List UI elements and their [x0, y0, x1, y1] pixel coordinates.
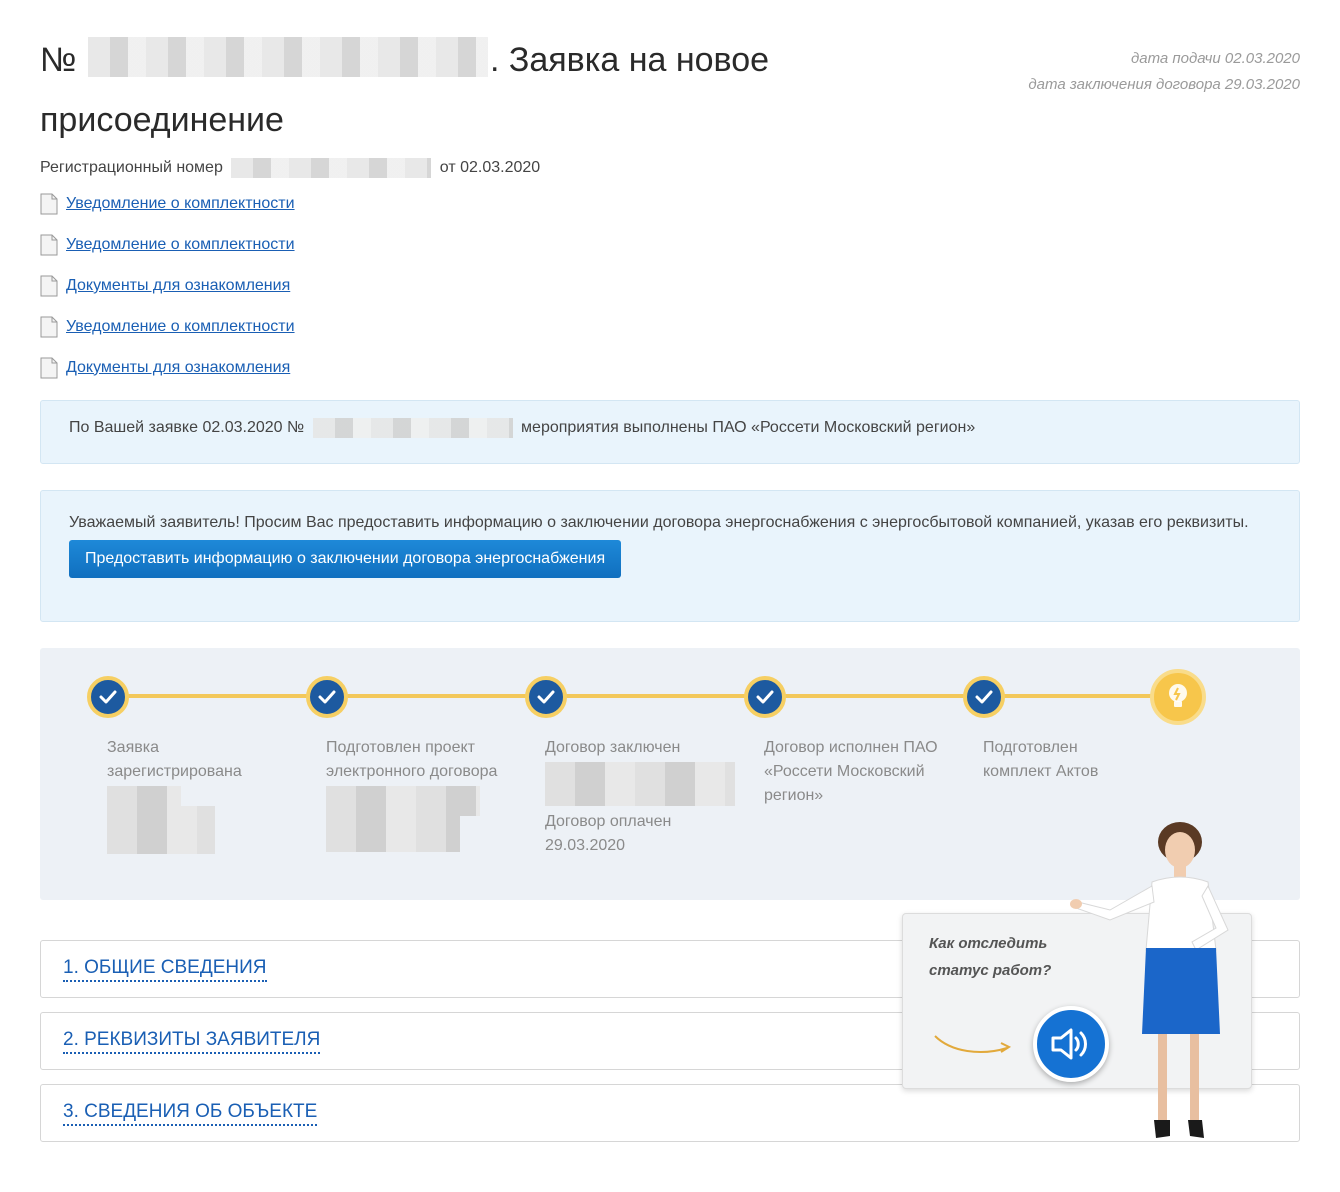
list-item: Уведомление о комплектности: [40, 225, 295, 266]
section-title[interactable]: 2. РЕКВИЗИТЫ ЗАЯВИТЕЛЯ: [63, 1028, 321, 1054]
document-icon: [40, 193, 58, 215]
document-list: Уведомление о комплектности Уведомление …: [40, 184, 295, 388]
list-item: Документы для ознакомления: [40, 266, 295, 307]
section-title[interactable]: 3. СВЕДЕНИЯ ОБ ОБЪЕКТЕ: [63, 1100, 318, 1126]
registration-date: от 02.03.2020: [439, 159, 541, 177]
document-link[interactable]: Уведомление о комплектности: [66, 236, 295, 254]
step-label: Подготовлен комплект Актов: [983, 739, 1099, 780]
step-done-check-icon: [87, 676, 129, 718]
notice-suffix: мероприятия выполнены ПАО «Россети Моско…: [521, 419, 976, 437]
step-done-check-icon: [963, 676, 1005, 718]
step-done-check-icon: [306, 676, 348, 718]
list-item: Уведомление о комплектности: [40, 306, 295, 347]
request-text: Уважаемый заявитель! Просим Вас предоста…: [69, 514, 1249, 531]
document-link[interactable]: Документы для ознакомления: [66, 277, 290, 295]
page-title: № . Заявка на новое присоединение: [40, 30, 840, 150]
assistant-avatar: [1070, 822, 1229, 1138]
redacted-value: [107, 786, 181, 806]
step-label: Заявка зарегистрирована: [107, 736, 297, 854]
dates-block: дата подачи 02.03.2020 дата заключения д…: [1028, 46, 1300, 98]
redacted-request-number: [312, 418, 513, 438]
document-icon: [40, 357, 58, 379]
arrow-icon: [934, 1035, 1012, 1053]
list-item: Уведомление о комплектности: [40, 184, 295, 225]
step-done-check-icon: [744, 676, 786, 718]
title-prefix: №: [40, 41, 77, 79]
redacted-registration-number: [231, 158, 432, 178]
contract-info-request: Уважаемый заявитель! Просим Вас предоста…: [40, 490, 1300, 622]
provide-contract-info-button[interactable]: Предоставить информацию о заключении дог…: [69, 540, 622, 578]
section-title[interactable]: 1. ОБЩИЕ СВЕДЕНИЯ: [63, 956, 267, 982]
redacted-value: [107, 806, 215, 854]
document-link[interactable]: Документы для ознакомления: [66, 359, 290, 377]
step-done-check-icon: [525, 676, 567, 718]
redacted-request-number: [87, 37, 488, 77]
notice-prefix: По Вашей заявке 02.03.2020 №: [69, 419, 305, 437]
step-label: Договор заключен Договор оплачен 29.03.2…: [545, 736, 735, 858]
document-link[interactable]: Уведомление о комплектности: [66, 318, 295, 336]
redacted-value: [326, 816, 460, 852]
registration-line: Регистрационный номер от 02.03.2020: [40, 158, 540, 178]
date-submitted: дата подачи 02.03.2020: [1130, 50, 1300, 67]
step-label: Подготовлен проект электронного договора: [326, 736, 516, 852]
document-icon: [40, 275, 58, 297]
document-icon: [40, 234, 58, 256]
document-icon: [40, 316, 58, 338]
redacted-value: [545, 762, 735, 806]
list-item: Документы для ознакомления: [40, 347, 295, 388]
step-extra: Договор оплачен 29.03.2020: [545, 813, 672, 854]
document-link[interactable]: Уведомление о комплектности: [66, 195, 295, 213]
lightbulb-icon: [1150, 669, 1206, 725]
date-contract: дата заключения договора 29.03.2020: [1028, 76, 1300, 93]
redacted-value: [326, 786, 480, 816]
step-label: Договор исполнен ПАО «Россети Московский…: [764, 739, 938, 804]
progress-track: [108, 694, 1186, 698]
completion-notice: По Вашей заявке 02.03.2020 № мероприятия…: [40, 400, 1300, 464]
registration-label: Регистрационный номер: [40, 159, 223, 177]
